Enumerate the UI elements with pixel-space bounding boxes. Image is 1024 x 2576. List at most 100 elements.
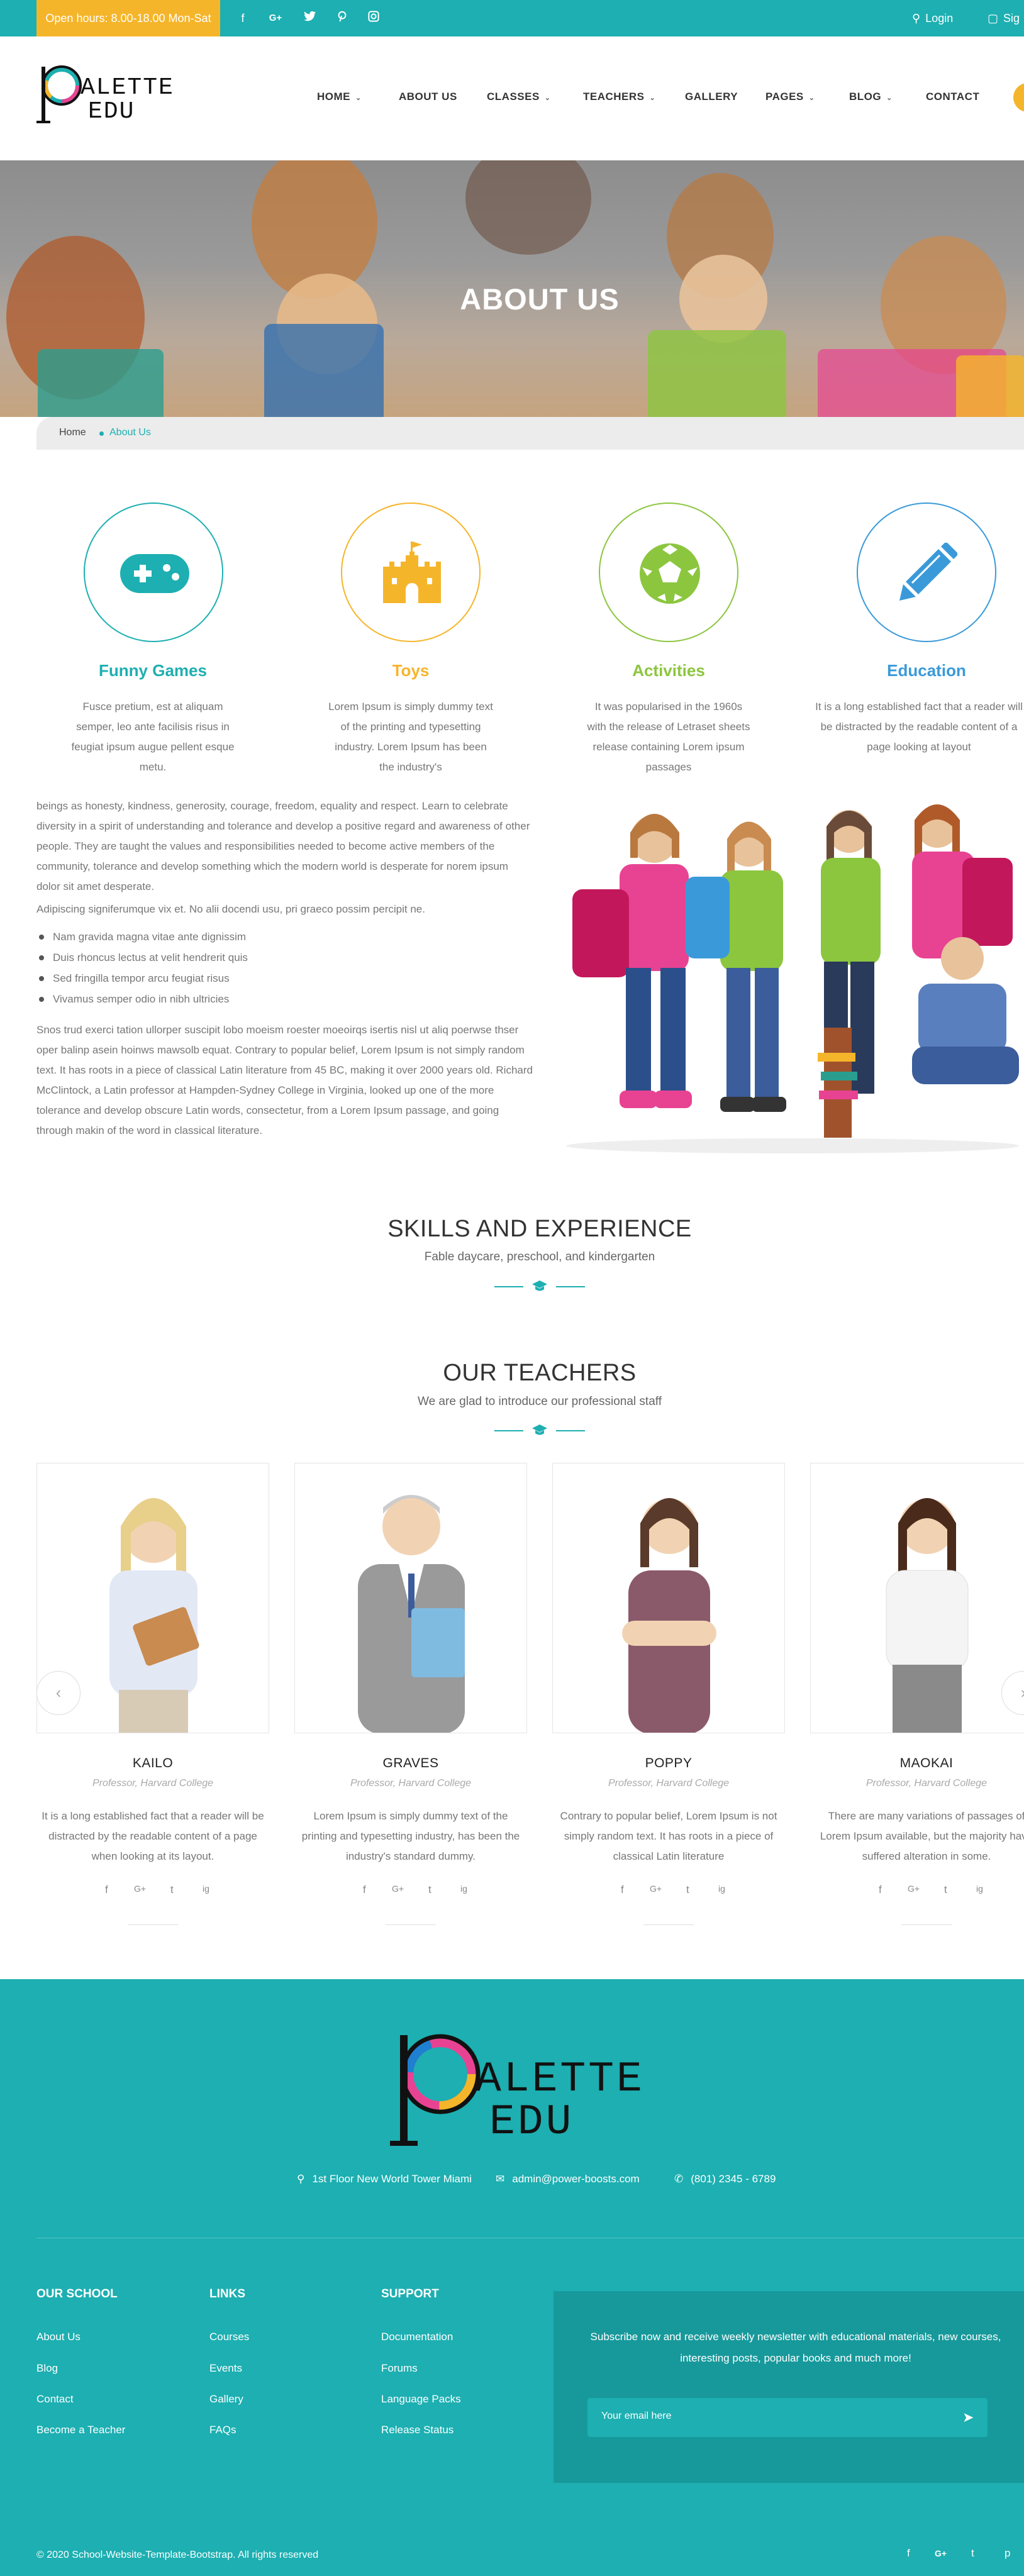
footer-link[interactable]: Blog (36, 2362, 58, 2375)
footer-link[interactable]: Events (209, 2362, 242, 2375)
nav-pages[interactable]: PAGES ⌄ (765, 89, 815, 104)
facebook-icon[interactable]: f (907, 2547, 910, 2560)
list-item: Duis rhoncus lectus at velit hendrerit q… (36, 947, 533, 968)
breadcrumb-home[interactable]: Home (59, 427, 86, 438)
newsletter-box: Subscribe now and receive weekly newslet… (554, 2291, 1024, 2483)
nav-classes[interactable]: CLASSES ⌄ (487, 89, 551, 104)
signup-link[interactable]: ▢ Sig (988, 9, 1020, 28)
feature-circle-activities (599, 502, 738, 642)
about-bullet-list: Nam gravida magna vitae ante dignissim D… (36, 926, 533, 1009)
twitter-icon[interactable] (303, 11, 318, 26)
footer-column-title: LINKS (209, 2287, 245, 2301)
teacher-bio: Lorem Ipsum is simply dummy text of the … (301, 1810, 520, 1862)
footer-link[interactable]: Forums (381, 2362, 418, 2375)
divider-line (128, 1924, 178, 1925)
map-pin-icon: ⚲ (297, 2173, 305, 2185)
instagram-icon[interactable] (366, 11, 381, 26)
carousel-prev-button[interactable]: ‹ (36, 1671, 81, 1715)
nav-gallery[interactable]: GALLERY (685, 89, 738, 104)
divider-line (556, 1286, 585, 1287)
footer-link[interactable]: Language Packs (381, 2393, 461, 2406)
gamepad-icon (120, 554, 189, 593)
pinterest-icon[interactable]: p (1005, 2547, 1010, 2560)
teacher-photo (886, 1498, 969, 1733)
footer-link[interactable]: Documentation (381, 2331, 453, 2343)
twitter-icon[interactable]: t (944, 1884, 947, 1896)
footer-email[interactable]: ✉ admin@power-boosts.com (496, 2173, 640, 2185)
footer-link[interactable]: FAQs (209, 2424, 237, 2436)
breadcrumb-separator-icon (99, 431, 104, 436)
opening-hours: Open hours: 8.00-18.00 Mon-Sat (36, 0, 220, 36)
footer-phone[interactable]: ✆ (801) 2345 - 6789 (674, 2173, 776, 2185)
breadcrumb-current: About Us (109, 427, 151, 438)
google-plus-icon[interactable]: G+ (392, 1884, 404, 1894)
google-plus-icon[interactable]: G+ (268, 11, 283, 26)
facebook-icon[interactable]: f (363, 1884, 366, 1896)
instagram-icon[interactable]: ig (976, 1884, 983, 1894)
footer-link[interactable]: Release Status (381, 2424, 454, 2436)
pencil-icon (899, 543, 957, 601)
signup-label: Sig (1003, 12, 1020, 25)
teacher-name[interactable]: KAILO (36, 1756, 269, 1771)
google-plus-icon[interactable]: G+ (908, 1884, 920, 1894)
login-link[interactable]: ⚲ Login (912, 9, 953, 28)
twitter-icon[interactable]: t (428, 1884, 431, 1896)
list-item: Sed fringilla tempor arcu feugiat risus (36, 968, 533, 989)
site-logo[interactable]: ALETTE EDU (36, 63, 200, 126)
instagram-icon[interactable]: ig (460, 1884, 467, 1894)
nav-teachers[interactable]: TEACHERS ⌄ (583, 89, 655, 104)
nav-label: CONTACT (926, 91, 980, 103)
teacher-name[interactable]: MAOKAI (810, 1756, 1024, 1771)
lock-icon: ▢ (988, 12, 999, 25)
send-icon[interactable]: ➤ (962, 2409, 974, 2426)
feature-text: Lorem Ipsum is simply dummy text of the … (328, 701, 493, 773)
students-photo (560, 801, 1024, 1153)
instagram-icon[interactable]: ig (203, 1884, 209, 1894)
nav-home[interactable]: HOME ⌄ (317, 89, 362, 104)
chevron-down-icon: ⌄ (886, 94, 893, 102)
instagram-icon[interactable]: ig (718, 1884, 725, 1894)
divider-line (494, 1286, 523, 1287)
footer-link[interactable]: Gallery (209, 2393, 243, 2406)
key-icon: ⚲ (912, 12, 921, 25)
footer-address: ⚲ 1st Floor New World Tower Miami (297, 2173, 472, 2185)
email-placeholder: Your email here (601, 2411, 672, 2421)
nav-blog[interactable]: BLOG ⌄ (849, 89, 893, 104)
footer-link[interactable]: Contact (36, 2393, 74, 2406)
footer-link[interactable]: About Us (36, 2331, 81, 2343)
feature-text: Fusce pretium, est at aliquam semper, le… (71, 701, 235, 773)
footer-link[interactable]: Become a Teacher (36, 2424, 125, 2436)
facebook-icon[interactable]: f (235, 11, 250, 26)
teacher-card[interactable] (810, 1463, 1024, 1733)
facebook-icon[interactable]: f (879, 1884, 882, 1896)
google-plus-icon[interactable]: G+ (650, 1884, 662, 1894)
facebook-icon[interactable]: f (105, 1884, 108, 1896)
facebook-icon[interactable]: f (621, 1884, 624, 1896)
google-plus-icon[interactable]: G+ (134, 1884, 146, 1894)
logo-p-mark (390, 2034, 481, 2146)
twitter-icon[interactable]: t (971, 2547, 974, 2560)
footer-link[interactable]: Courses (209, 2331, 249, 2343)
teacher-name[interactable]: GRAVES (294, 1756, 527, 1771)
teacher-name[interactable]: POPPY (552, 1756, 785, 1771)
divider-line (901, 1924, 952, 1925)
chevron-down-icon: ⌄ (808, 94, 815, 102)
teacher-card[interactable] (294, 1463, 527, 1733)
google-plus-icon[interactable]: G+ (935, 2548, 947, 2558)
logo-text-line2: EDU (489, 2098, 574, 2146)
twitter-icon[interactable]: t (170, 1884, 174, 1896)
nav-label: PAGES (765, 91, 804, 103)
breadcrumb: Home About Us (36, 417, 1024, 450)
newsletter-text: Subscribe now and receive weekly newslet… (590, 2331, 1001, 2364)
feature-title: Funny Games (99, 661, 207, 680)
about-paragraph: Snos trud exerci tation ullorper suscipi… (36, 1024, 533, 1136)
nav-about-us[interactable]: ABOUT US (399, 89, 457, 104)
footer-logo[interactable]: ALETTE EDU (389, 2029, 691, 2148)
teacher-card[interactable] (552, 1463, 785, 1733)
twitter-icon[interactable]: t (686, 1884, 689, 1896)
pinterest-icon[interactable] (335, 11, 350, 26)
nav-contact[interactable]: CONTACT (926, 89, 979, 104)
chevron-down-icon: ⌄ (649, 94, 656, 102)
teacher-bio: It is a long established fact that a rea… (42, 1810, 264, 1862)
newsletter-email-input[interactable]: Your email here ➤ (587, 2398, 988, 2437)
